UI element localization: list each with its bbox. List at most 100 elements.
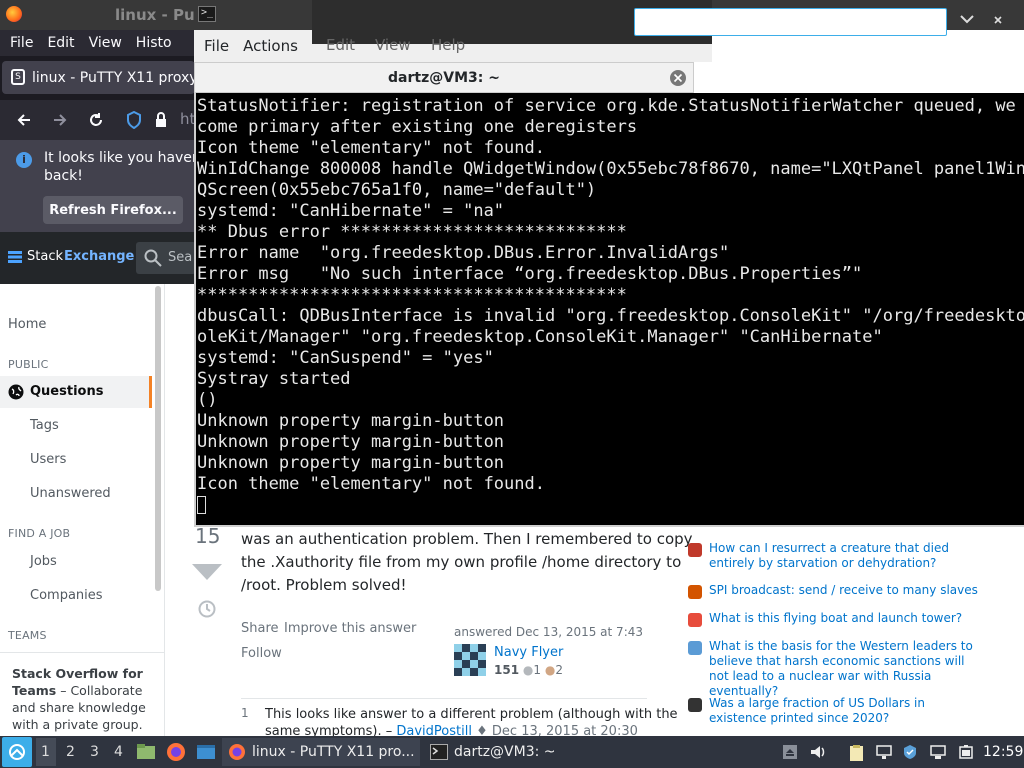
terminal-menubar-hidden: Edit View Help	[312, 36, 712, 62]
desktop-icon[interactable]	[196, 742, 216, 762]
lxqt-logo-icon	[9, 744, 25, 760]
chevron-down-icon[interactable]	[960, 14, 974, 24]
workspace-4[interactable]: 4	[114, 744, 123, 760]
terminal-search-input[interactable]	[634, 8, 947, 36]
terminal-line: ** Dbus error **************************…	[197, 222, 627, 242]
firefox-window-title: linux - Pu	[115, 6, 195, 24]
volume-icon[interactable]	[810, 744, 826, 760]
user-name-link[interactable]: Navy Flyer	[494, 645, 563, 660]
terminal-titlebar[interactable]: dartz@VM3: ~	[194, 62, 694, 93]
terminal-task-icon	[430, 744, 448, 760]
shield-tray-icon[interactable]	[902, 744, 918, 760]
history-icon[interactable]	[197, 599, 217, 619]
close-search-icon[interactable]	[993, 15, 1003, 25]
browser-tab[interactable]: S linux - PuTTY X11 proxy:	[2, 61, 195, 94]
lock-icon[interactable]	[154, 111, 168, 129]
tab-title: linux - PuTTY X11 proxy:	[32, 69, 195, 86]
answer-line-2: the .Xauthority file from my own profile…	[241, 553, 682, 571]
search-input[interactable]: Sea	[136, 242, 196, 274]
firefox-navbar: ht	[0, 100, 195, 140]
answer-body: was an authentication problem. Then I re…	[241, 528, 693, 597]
related-question-link[interactable]: What is this flying boat and launch towe…	[709, 611, 984, 626]
terminal-line: Icon theme "elementary" not found.	[197, 138, 545, 158]
nav-questions[interactable]: Questions	[0, 376, 152, 408]
terminal-line: WinIdChange 800008 handle QWidgetWindow(…	[197, 159, 1024, 179]
refresh-firefox-button[interactable]: Refresh Firefox...	[43, 196, 183, 224]
logo-exchange[interactable]: Exchange	[64, 249, 134, 264]
share-link[interactable]: Share	[241, 621, 279, 636]
improve-answer-link[interactable]: Improve this answer	[284, 621, 416, 636]
back-icon[interactable]	[16, 112, 32, 128]
terminal-line: systemd: "CanHibernate" = "na"	[197, 201, 505, 221]
related-question-link[interactable]: What is the basis for the Western leader…	[709, 639, 984, 699]
start-menu-button[interactable]	[2, 737, 32, 767]
stackexchange-header: Stack Exchange Sea	[0, 232, 196, 284]
display-icon[interactable]	[930, 744, 946, 760]
search-icon	[144, 249, 162, 267]
refresh-notification: i It looks like you haven back! Refresh …	[0, 140, 201, 232]
task-firefox-label: linux - PuTTY X11 pro...	[252, 744, 415, 760]
file-manager-icon[interactable]	[136, 742, 156, 762]
user-avatar[interactable]	[454, 644, 486, 676]
close-window-icon[interactable]	[669, 69, 687, 87]
nav-heading-find-a-job: FIND A JOB	[8, 527, 71, 540]
terminal-line: ****************************************…	[197, 285, 627, 305]
silver-badge-icon: ●	[522, 663, 534, 677]
bronze-badge-icon: ●	[544, 663, 556, 677]
related-question-link[interactable]: Was a large fraction of US Dollars in ex…	[709, 696, 984, 726]
terminal-line: come primary after existing one deregist…	[197, 117, 638, 137]
downvote-icon[interactable]	[191, 564, 223, 580]
comment-score: 1	[241, 706, 249, 720]
site-icon	[688, 585, 702, 599]
network-icon[interactable]	[876, 744, 892, 760]
terminal-line: Systray started	[197, 369, 351, 389]
nav-tags[interactable]: Tags	[30, 418, 59, 433]
task-firefox[interactable]: linux - PuTTY X11 pro...	[222, 738, 420, 766]
task-terminal[interactable]: dartz@VM3: ~	[424, 738, 604, 766]
teams-promo: Stack Overflow for Teams – Collaborate a…	[0, 652, 165, 736]
nav-unanswered[interactable]: Unanswered	[30, 486, 111, 501]
nav-users[interactable]: Users	[30, 452, 66, 467]
terminal-menu-file[interactable]: File	[204, 37, 229, 55]
nav-jobs[interactable]: Jobs	[30, 554, 57, 569]
clipboard-icon[interactable]	[848, 744, 866, 762]
sidebar-scrollbar[interactable]	[155, 286, 161, 591]
workspace-1[interactable]: 1	[41, 744, 50, 760]
firefox-icon	[6, 6, 22, 22]
related-question-link[interactable]: SPI broadcast: send / receive to many sl…	[709, 583, 984, 598]
menu-edit[interactable]: Edit	[47, 35, 74, 51]
menu-file[interactable]: File	[10, 35, 33, 51]
terminal-menu-view[interactable]: View	[375, 36, 411, 54]
logo-stack[interactable]: Stack	[27, 249, 63, 264]
menu-view[interactable]: View	[89, 35, 122, 51]
eject-icon[interactable]	[782, 744, 798, 760]
terminal-line: Unknown property margin-button	[197, 432, 505, 452]
terminal-menu-help[interactable]: Help	[431, 36, 465, 54]
terminal-line: Icon theme "elementary" not found.	[197, 474, 545, 494]
site-icon	[688, 613, 702, 627]
notice-text-1: It looks like you haven	[44, 150, 201, 166]
menu-history[interactable]: Histo	[136, 35, 172, 51]
terminal-menu-edit[interactable]: Edit	[326, 36, 355, 54]
comments-divider	[241, 698, 647, 699]
clock: 12:59	[983, 744, 1024, 760]
nav-companies[interactable]: Companies	[30, 588, 103, 603]
info-icon: i	[16, 152, 32, 168]
workspace-3[interactable]: 3	[90, 744, 99, 760]
battery-icon[interactable]	[958, 744, 974, 760]
shield-icon[interactable]	[126, 111, 142, 129]
user-reputation: 151 ●1 ●2	[494, 663, 563, 677]
answer-line-3: /root. Problem solved!	[241, 576, 407, 594]
reload-icon[interactable]	[88, 112, 104, 128]
terminal-line: ()	[197, 390, 218, 410]
firefox-launcher-icon[interactable]	[166, 742, 186, 762]
terminal-output[interactable]: StatusNotifier: registration of service …	[194, 93, 1024, 527]
search-placeholder: Sea	[168, 250, 193, 265]
related-question-link[interactable]: How can I resurrect a creature that died…	[709, 541, 984, 571]
workspace-2[interactable]: 2	[66, 744, 75, 760]
terminal-menu-actions[interactable]: Actions	[243, 37, 298, 55]
forward-icon[interactable]	[52, 112, 68, 128]
follow-link[interactable]: Follow	[241, 646, 282, 661]
nav-home[interactable]: Home	[8, 317, 46, 332]
terminal-line: dbusCall: QDBusInterface is invalid "org…	[197, 306, 1024, 326]
